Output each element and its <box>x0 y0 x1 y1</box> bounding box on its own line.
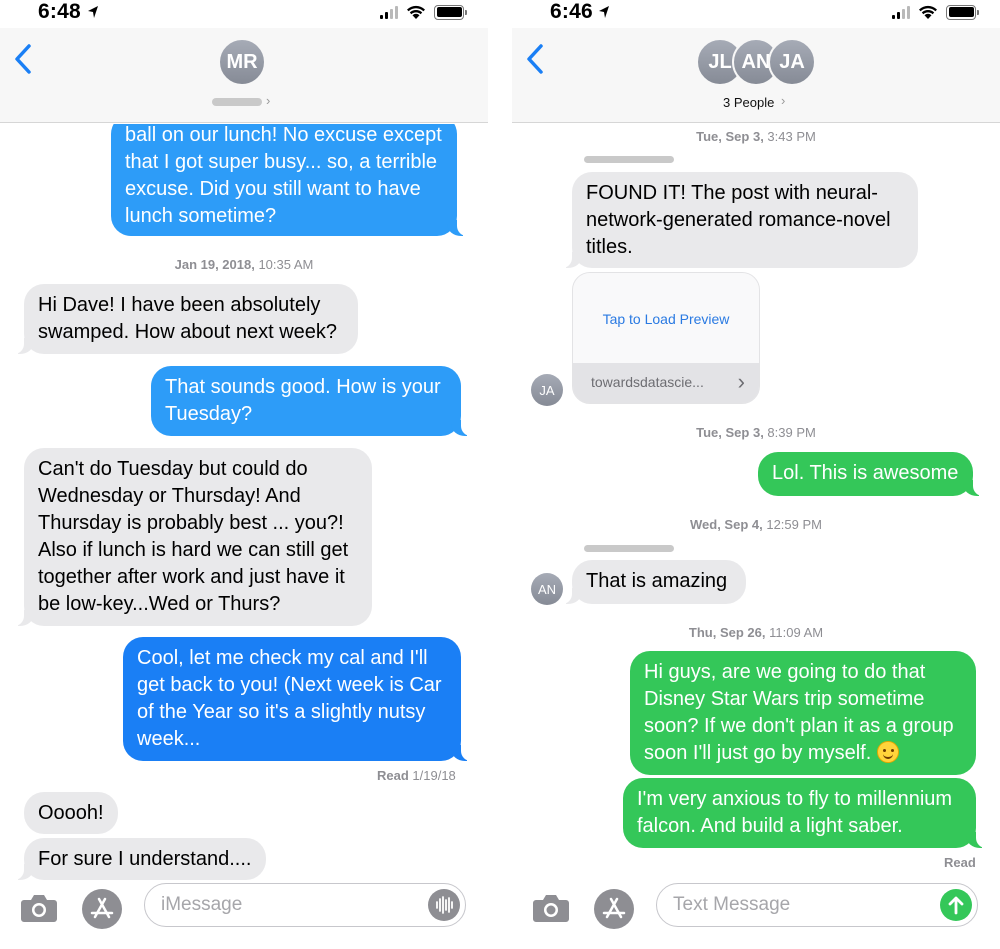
app-store-icon[interactable] <box>594 889 634 929</box>
conversation-header: JL AN JA 3 People › <box>512 28 1000 123</box>
message-text: Ooooh! <box>38 802 104 824</box>
timestamp-date: Tue, Sep 3, <box>696 129 764 144</box>
back-chevron-icon[interactable] <box>12 42 36 76</box>
group-people-label[interactable]: 3 People <box>723 95 774 110</box>
chevron-right-icon: › <box>266 93 271 108</box>
contact-avatar[interactable]: MR <box>218 38 266 86</box>
timestamp-time: 10:35 AM <box>254 257 314 272</box>
timestamp: Jan 19, 2018, 10:35 AM <box>0 257 488 272</box>
timestamp-date: Wed, Sep 4, <box>690 517 763 532</box>
timestamp-time: 11:09 AM <box>765 625 824 640</box>
smiling-face-emoji-icon <box>876 741 899 763</box>
message-input[interactable]: iMessage <box>144 883 466 927</box>
group-avatar-ja[interactable]: JA <box>768 38 816 86</box>
timestamp-time: 8:39 PM <box>763 425 816 440</box>
timestamp: Thu, Sep 26, 11:09 AM <box>512 625 1000 640</box>
left-phone-screen: 6:48 MR › ball on our lunch! No excuse e… <box>0 0 488 949</box>
camera-icon[interactable] <box>532 893 570 923</box>
app-store-icon[interactable] <box>82 889 122 929</box>
message-input-placeholder: Text Message <box>673 894 791 915</box>
send-arrow-icon[interactable] <box>940 889 972 921</box>
cellular-signal-icon <box>380 5 398 19</box>
status-time: 6:48 <box>38 0 81 23</box>
message-text: That is amazing <box>586 570 728 592</box>
timestamp-date: Thu, Sep 26, <box>688 625 766 640</box>
camera-icon[interactable] <box>20 893 58 923</box>
message-text: Hi guys, are we going to do that Disney … <box>644 661 954 764</box>
wifi-icon <box>407 5 425 19</box>
link-url-text: towardsdatascie... <box>591 374 704 390</box>
chevron-right-icon: › <box>737 369 745 394</box>
message-input[interactable]: Text Message <box>656 883 978 927</box>
right-phone-screen: 6:46 JL AN JA 3 People › Tue, Sep 3, 3:4 <box>512 0 1000 949</box>
battery-icon <box>946 4 979 20</box>
link-preview-url[interactable]: towardsdatascie... › <box>573 363 759 403</box>
tap-to-load-preview[interactable]: Tap to Load Preview <box>573 273 759 365</box>
location-arrow-icon <box>599 6 609 18</box>
message-bubble-incoming[interactable]: That is amazing <box>562 560 746 604</box>
audio-waveform-icon[interactable] <box>428 889 460 921</box>
message-bubble-outgoing[interactable]: Lol. This is awesome <box>758 452 983 496</box>
message-bubble-outgoing[interactable]: Cool, let me check my cal and I'll get b… <box>123 637 471 761</box>
timestamp-time: 3:43 PM <box>763 129 816 144</box>
message-text: Cool, let me check my cal and I'll get b… <box>137 647 442 750</box>
message-bubble-outgoing[interactable]: Hi guys, are we going to do that Disney … <box>630 651 976 775</box>
message-bubble-outgoing[interactable]: I'm very anxious to fly to millennium fa… <box>623 778 986 848</box>
status-bar: 6:46 <box>512 0 1000 28</box>
message-bubble-incoming[interactable]: Hi Dave! I have been absolutely swamped.… <box>14 284 358 354</box>
read-date: 1/19/18 <box>408 768 456 783</box>
sender-name-redacted <box>584 545 674 552</box>
message-text: FOUND IT! The post with neural-network-g… <box>586 182 891 258</box>
message-list: Tue, Sep 3, 3:43 PM FOUND IT! The post w… <box>512 124 1000 881</box>
status-bar: 6:48 <box>0 0 488 28</box>
message-bubble-incoming[interactable]: Ooooh! <box>24 792 118 834</box>
timestamp-date: Tue, Sep 3, <box>696 425 764 440</box>
sender-avatar-an[interactable]: AN <box>531 573 563 605</box>
link-preview-card[interactable]: Tap to Load Preview towardsdatascie... › <box>572 272 760 404</box>
contact-name-redacted[interactable] <box>212 98 262 106</box>
back-chevron-icon[interactable] <box>524 42 548 76</box>
message-text: Can't do Tuesday but could do Wednesday … <box>38 458 349 615</box>
message-bubble-incoming[interactable]: For sure I understand.... <box>14 838 266 880</box>
read-receipt: Read 1/19/18 <box>377 768 456 783</box>
message-list: ball on our lunch! No excuse except that… <box>0 124 488 881</box>
timestamp-date: Jan 19, 2018, <box>174 257 255 272</box>
screen-separator <box>488 0 512 949</box>
message-bubble-incoming[interactable]: Can't do Tuesday but could do Wednesday … <box>14 448 372 626</box>
timestamp-time: 12:59 PM <box>762 517 822 532</box>
message-bubble-outgoing[interactable]: ball on our lunch! No excuse except that… <box>111 124 467 236</box>
compose-bar: iMessage <box>0 881 488 949</box>
battery-icon <box>434 4 467 20</box>
message-bubble-incoming[interactable]: FOUND IT! The post with neural-network-g… <box>562 172 918 268</box>
chevron-right-icon: › <box>781 93 786 108</box>
status-time: 6:46 <box>550 0 593 23</box>
message-text: That sounds good. How is your Tuesday? <box>165 376 441 425</box>
conversation-header: MR › <box>0 28 488 123</box>
read-receipt: Read <box>944 855 976 870</box>
message-text: I'm very anxious to fly to millennium fa… <box>637 788 953 837</box>
sender-avatar-ja[interactable]: JA <box>531 374 563 406</box>
wifi-icon <box>919 5 937 19</box>
message-input-placeholder: iMessage <box>161 894 243 915</box>
timestamp: Tue, Sep 3, 3:43 PM <box>512 129 1000 144</box>
message-bubble-outgoing[interactable]: That sounds good. How is your Tuesday? <box>151 366 471 436</box>
timestamp: Tue, Sep 3, 8:39 PM <box>512 425 1000 440</box>
message-text: Hi Dave! I have been absolutely swamped.… <box>38 294 338 343</box>
read-label: Read <box>377 768 409 783</box>
message-text: Lol. This is awesome <box>772 462 959 484</box>
timestamp: Wed, Sep 4, 12:59 PM <box>512 517 1000 532</box>
location-arrow-icon <box>88 6 98 18</box>
cellular-signal-icon <box>892 5 910 19</box>
message-text: For sure I understand.... <box>38 848 252 870</box>
message-text: ball on our lunch! No excuse except that… <box>125 124 442 227</box>
sender-name-redacted <box>584 156 674 163</box>
compose-bar: Text Message <box>512 881 1000 949</box>
